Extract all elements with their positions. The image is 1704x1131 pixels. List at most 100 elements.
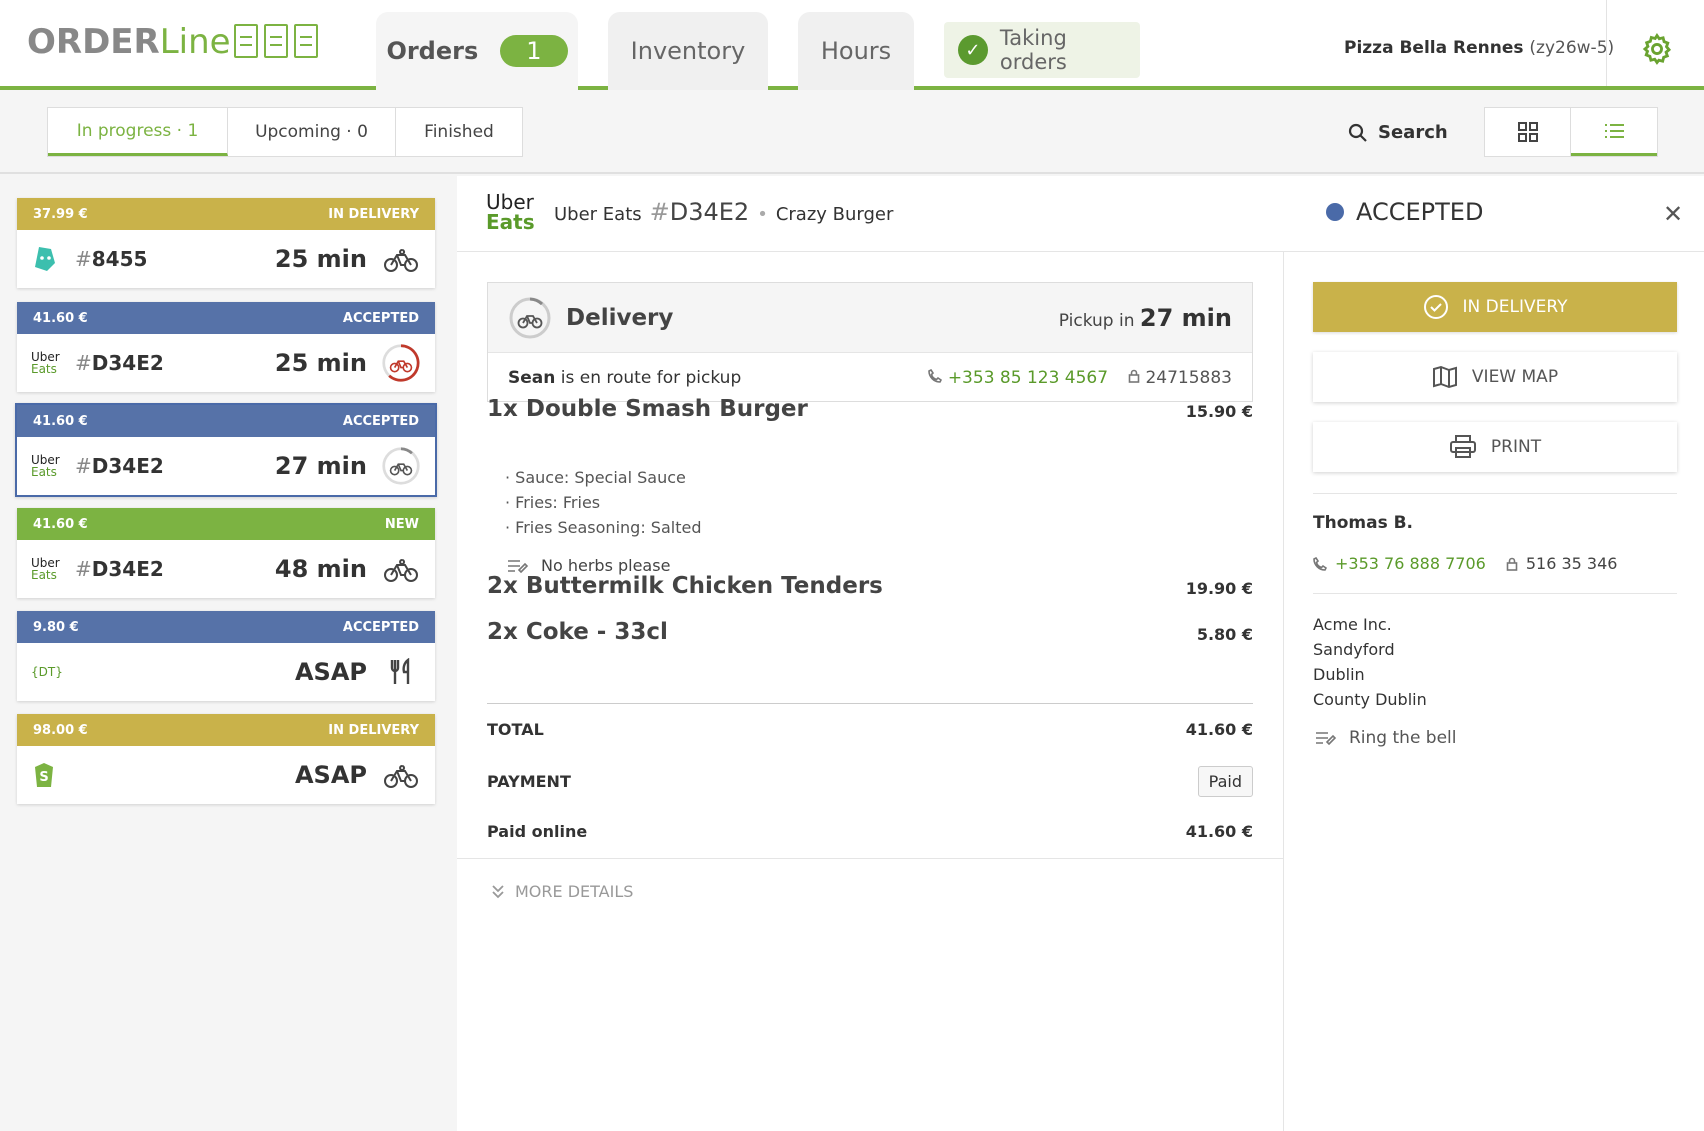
order-card[interactable]: 37.99 € IN DELIVERY #8455 25 min — [17, 198, 435, 288]
logo-text-line: Line — [159, 22, 231, 62]
more-divider — [457, 858, 1283, 859]
address-line: County Dublin — [1313, 690, 1427, 709]
item-modifier: · Fries Seasoning: Salted — [505, 518, 702, 537]
grid-icon — [1517, 122, 1538, 142]
order-time: 27 min — [274, 452, 367, 480]
order-id: #8455 — [75, 247, 148, 271]
customer-contact: +353 76 888 7706 516 35 346 — [1313, 554, 1617, 573]
order-status: IN DELIVERY — [328, 206, 419, 222]
total-divider — [487, 703, 1253, 704]
order-amount: 98.00 € — [33, 722, 88, 738]
taking-orders-label: Taking orders — [999, 26, 1067, 74]
order-id: #D34E2 — [75, 454, 164, 478]
search-button[interactable]: Search — [1348, 122, 1448, 143]
taking-orders-toggle[interactable]: ✓ Taking orders — [944, 22, 1140, 78]
order-time: ASAP — [294, 761, 367, 789]
order-id: #D34E2 — [75, 557, 164, 581]
close-icon[interactable]: ✕ — [1663, 200, 1683, 228]
order-amount: 37.99 € — [33, 206, 88, 222]
tab-orders-label: Orders — [386, 37, 479, 65]
in-delivery-button[interactable]: IN DELIVERY — [1313, 282, 1677, 332]
courier-status: Sean is en route for pickup — [508, 367, 742, 388]
more-details-button[interactable]: MORE DETAILS — [491, 882, 633, 901]
order-amount: 41.60 € — [33, 310, 88, 326]
grid-view-button[interactable] — [1485, 108, 1571, 156]
view-map-button[interactable]: VIEW MAP — [1313, 352, 1677, 402]
restaurant-code: (zy26w-5) — [1529, 38, 1615, 58]
pickup-time: Pickup in 27 min — [1058, 303, 1232, 332]
order-card[interactable]: 41.60 € NEW Uber Eats #D34E2 48 min — [17, 508, 435, 598]
order-status: ACCEPTED — [342, 619, 419, 635]
bike-timer-icon — [509, 297, 551, 338]
order-status: IN DELIVERY — [328, 722, 419, 738]
filter-finished[interactable]: Finished — [396, 108, 522, 156]
order-amount: 41.60 € — [33, 413, 88, 429]
order-status: ACCEPTED — [342, 310, 419, 326]
tab-orders[interactable]: Orders 1 — [376, 12, 578, 90]
header-divider — [1606, 0, 1607, 86]
orders-count-badge: 1 — [500, 35, 568, 67]
printer-icon — [1449, 435, 1476, 458]
list-view-button[interactable] — [1571, 108, 1657, 156]
map-icon — [1432, 365, 1457, 389]
order-card-header: 98.00 € IN DELIVERY — [17, 714, 435, 746]
address-line: Acme Inc. — [1313, 615, 1392, 634]
paid-online-label: Paid online — [487, 821, 588, 841]
order-card-selected[interactable]: 41.60 € ACCEPTED Uber Eats #D34E2 27 min — [15, 403, 437, 497]
gear-icon[interactable] — [1640, 32, 1674, 70]
restaurant-name[interactable]: Pizza Bella Rennes (zy26w-5) — [1344, 38, 1614, 58]
order-time: 48 min — [274, 555, 367, 583]
customer-divider — [1313, 493, 1677, 494]
total-label: TOTAL — [487, 719, 544, 739]
view-toggle — [1484, 107, 1658, 157]
bike-timer-icon — [381, 446, 421, 486]
order-card-header: 37.99 € IN DELIVERY — [17, 198, 435, 230]
filter-upcoming[interactable]: Upcoming · 0 — [228, 108, 396, 156]
tab-inventory[interactable]: Inventory — [608, 12, 768, 90]
order-status: NEW — [384, 516, 419, 532]
order-card-header: 41.60 € NEW — [17, 508, 435, 540]
platform-name: Uber Eats — [554, 204, 642, 225]
order-item: 2x Coke - 33cl 5.80 € — [487, 619, 1253, 645]
order-time: 25 min — [274, 245, 367, 273]
tab-inventory-label: Inventory — [630, 37, 746, 65]
item-name: 1x Double Smash Burger — [487, 396, 808, 422]
uber-eats-logo: Uber Eats — [486, 190, 535, 234]
phone-icon — [928, 368, 943, 383]
delivery-label: Delivery — [566, 304, 674, 331]
logo-tickets-icon — [234, 24, 318, 58]
courier-phone[interactable]: +353 85 123 4567 — [928, 368, 1108, 388]
restaurant-name-text: Pizza Bella Rennes — [1344, 38, 1524, 58]
column-divider — [1283, 252, 1284, 1131]
dt-logo: {DT} — [31, 665, 63, 679]
filter-in-progress[interactable]: In progress · 1 — [48, 108, 228, 156]
note-icon — [1316, 732, 1337, 746]
check-circle-icon — [1423, 295, 1448, 319]
order-card[interactable]: 41.60 € ACCEPTED Uber Eats #D34E2 25 min — [17, 302, 435, 392]
item-name: 2x Buttermilk Chicken Tenders — [487, 573, 883, 599]
paid-online-row: Paid online 41.60 € — [487, 816, 1253, 846]
order-status: ACCEPTED — [1326, 198, 1483, 226]
uber-eats-logo: Uber Eats — [31, 350, 60, 376]
check-icon: ✓ — [958, 35, 988, 65]
print-button[interactable]: PRINT — [1313, 422, 1677, 472]
bike-timer-red-icon — [381, 343, 421, 383]
filter-bar: In progress · 1 Upcoming · 0 Finished Se… — [0, 94, 1704, 174]
double-chevron-down-icon — [492, 884, 504, 898]
customer-phone[interactable]: +353 76 888 7706 — [1335, 554, 1486, 573]
order-card[interactable]: 98.00 € IN DELIVERY S ASAP — [17, 714, 435, 804]
order-card-header: 9.80 € ACCEPTED — [17, 611, 435, 643]
order-card-header: 41.60 € ACCEPTED — [17, 302, 435, 334]
order-id: #D34E2 — [649, 198, 750, 226]
deliveroo-icon — [31, 244, 65, 274]
order-card[interactable]: 9.80 € ACCEPTED {DT} ASAP — [17, 611, 435, 701]
phone-icon — [1313, 556, 1327, 571]
order-detail-header: Uber Eats Uber Eats #D34E2 • Crazy Burger… — [457, 176, 1704, 252]
order-card-header: 41.60 € ACCEPTED — [17, 405, 435, 437]
store-name: Crazy Burger — [775, 204, 894, 225]
status-label: ACCEPTED — [1356, 198, 1484, 226]
order-time: ASAP — [294, 658, 367, 686]
tab-hours[interactable]: Hours — [798, 12, 914, 90]
payment-row: PAYMENT Paid — [487, 764, 1253, 798]
app-logo[interactable]: ORDERLine — [27, 22, 231, 62]
